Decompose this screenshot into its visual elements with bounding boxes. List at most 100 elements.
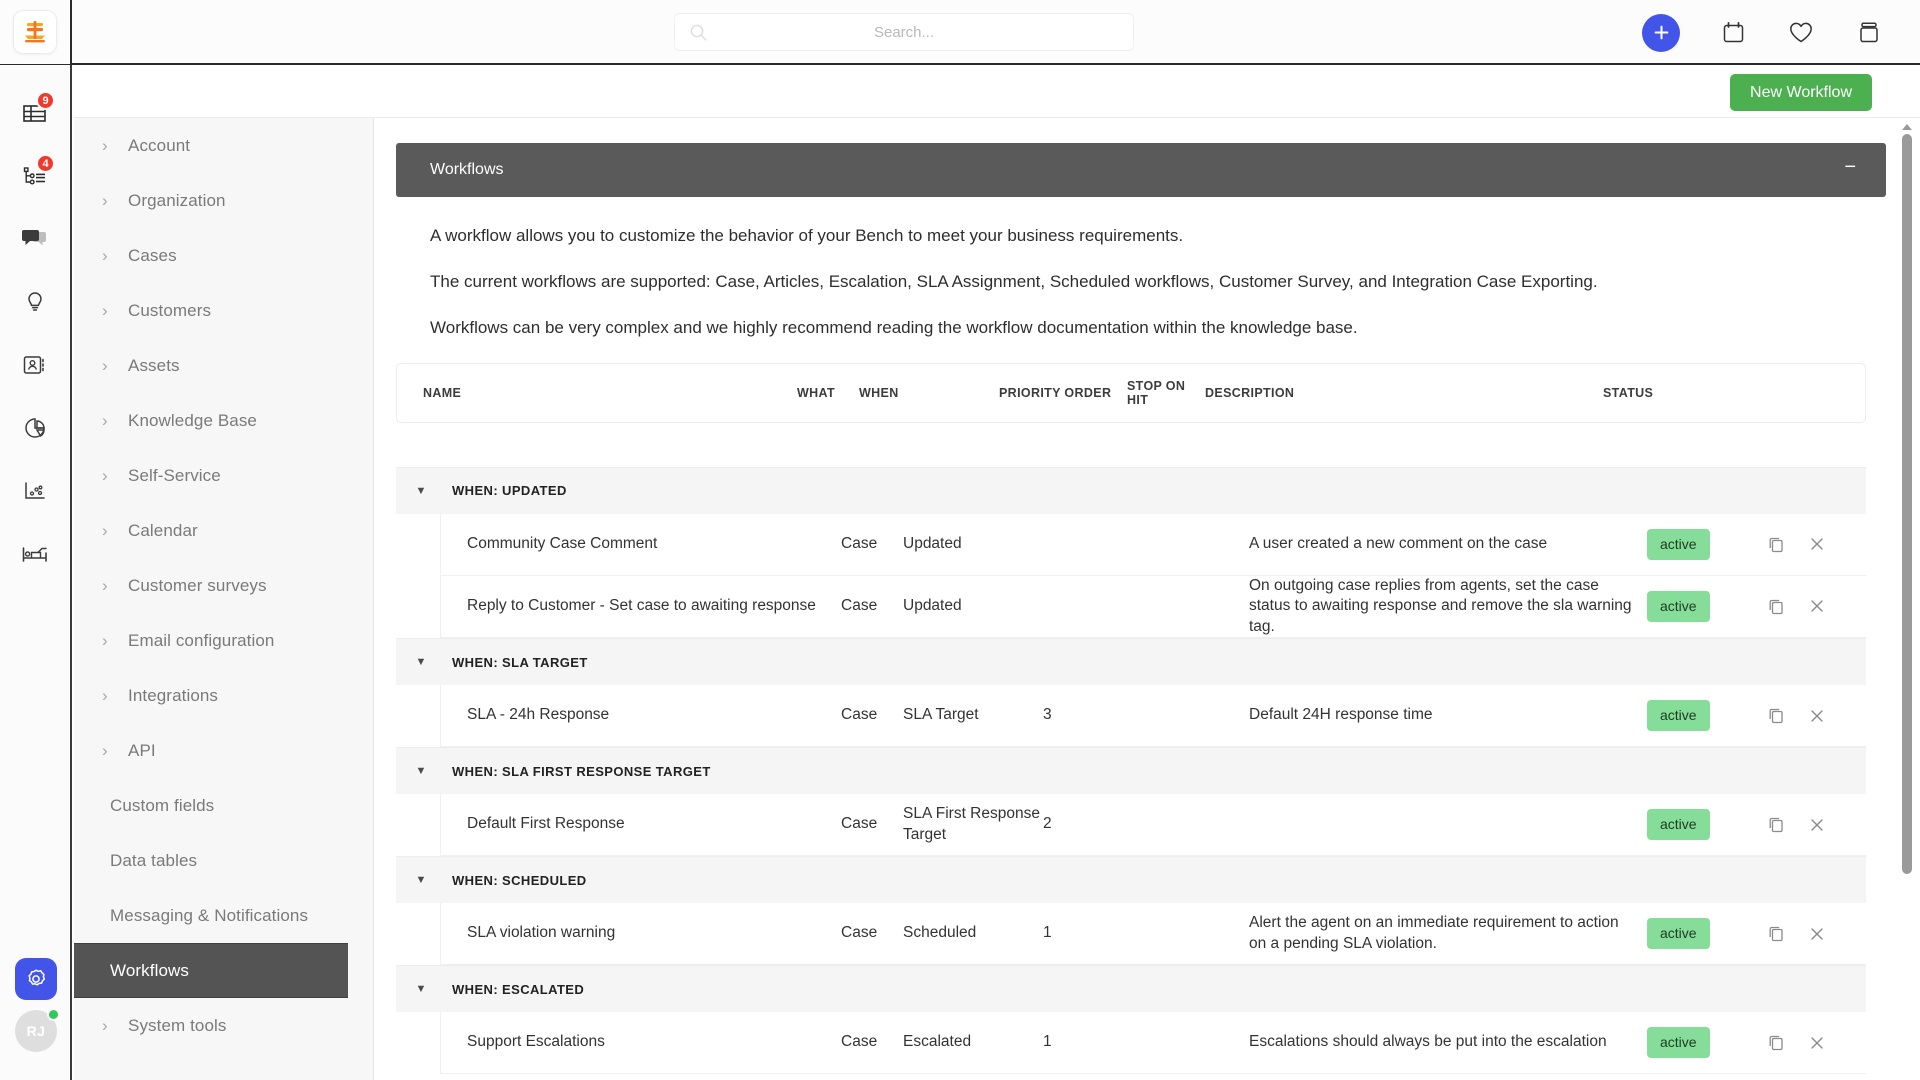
column-header-desc: DESCRIPTION bbox=[1205, 385, 1295, 400]
table-group-header[interactable]: ▼ WHEN: ESCALATED bbox=[396, 965, 1866, 1013]
status-badge: active bbox=[1647, 591, 1710, 622]
table-row[interactable]: SLA - 24h Response Case SLA Target 3 Default… bbox=[440, 685, 1866, 748]
cell-name: Support Escalations bbox=[467, 1033, 605, 1051]
table-group-header[interactable]: ▼ WHEN: SCHEDULED bbox=[396, 856, 1866, 904]
chevron-right-icon: › bbox=[102, 355, 108, 375]
sidebar-item-cases[interactable]: 4 bbox=[11, 152, 59, 200]
sidebar-item-customers[interactable]: › Customers bbox=[74, 283, 373, 338]
row-actions bbox=[1767, 1033, 1859, 1052]
sidebar-item-label: Assets bbox=[128, 355, 180, 375]
cell-status: active bbox=[1647, 918, 1767, 949]
copy-icon bbox=[1769, 927, 1783, 942]
sidebar-item-contacts[interactable] bbox=[11, 341, 59, 389]
delete-row-button[interactable] bbox=[1808, 816, 1826, 834]
sidebar-item-system-tools[interactable]: › System tools bbox=[74, 998, 373, 1053]
chevron-right-icon: › bbox=[102, 300, 108, 320]
sidebar-item-label: Organization bbox=[128, 190, 226, 210]
duplicate-row-button[interactable] bbox=[1767, 815, 1786, 834]
column-header-priority: PRIORITY ORDER bbox=[999, 385, 1112, 400]
plus-icon bbox=[1654, 25, 1668, 40]
chevron-down-icon[interactable]: ▼ bbox=[408, 656, 434, 668]
sidebar-item-messages[interactable] bbox=[11, 215, 59, 263]
delete-row-button[interactable] bbox=[1808, 925, 1826, 943]
table-row[interactable]: Support Escalations Case Escalated 1 Escalat… bbox=[440, 1012, 1866, 1075]
settings-button[interactable] bbox=[15, 958, 57, 1000]
settings-nav-panel[interactable]: › Account › Organization › Cases › Customers › As… bbox=[74, 118, 374, 1080]
table-row[interactable]: SLA violation warning Case Scheduled 1 Alert… bbox=[440, 903, 1866, 966]
sidebar-item-account[interactable]: › Account bbox=[74, 118, 373, 173]
scroll-up-arrow[interactable] bbox=[1902, 120, 1912, 130]
chevron-down-icon[interactable]: ▼ bbox=[408, 765, 434, 777]
favorites-button[interactable] bbox=[1786, 18, 1816, 48]
duplicate-row-button[interactable] bbox=[1767, 1033, 1786, 1052]
sidebar-item-label: Workflows bbox=[110, 960, 189, 980]
sidebar-item-knowledge-base[interactable]: › Knowledge Base bbox=[74, 393, 373, 448]
collapse-panel-button[interactable]: − bbox=[1840, 157, 1860, 183]
cell-description: On outgoing case replies from agents, se… bbox=[1249, 576, 1632, 635]
avatar-wrap[interactable]: RJ bbox=[15, 1008, 60, 1052]
rail-bottom: RJ bbox=[0, 958, 72, 1052]
chevron-down-icon[interactable]: ▼ bbox=[408, 874, 434, 886]
delete-row-button[interactable] bbox=[1808, 1034, 1826, 1052]
icon-rail: 9 4 RJ bbox=[0, 65, 72, 1080]
sidebar-item-reports[interactable] bbox=[11, 404, 59, 452]
cell-description: Default 24H response time bbox=[1249, 706, 1433, 724]
sidebar-item-workflows[interactable]: Workflows bbox=[74, 943, 348, 998]
chevron-down-icon[interactable]: ▼ bbox=[408, 485, 434, 497]
close-icon bbox=[1811, 600, 1823, 613]
cell-name: Reply to Customer - Set case to awaiting… bbox=[467, 597, 816, 615]
duplicate-row-button[interactable] bbox=[1767, 535, 1786, 554]
cell-priority: 1 bbox=[1043, 1033, 1052, 1051]
sidebar-item-api[interactable]: › API bbox=[74, 723, 373, 778]
sidebar-item-data-tables[interactable]: Data tables bbox=[74, 833, 373, 888]
vertical-scrollbar[interactable] bbox=[1900, 120, 1914, 1078]
calendar-button[interactable] bbox=[1718, 18, 1748, 48]
sidebar-item-integrations[interactable]: › Integrations bbox=[74, 668, 373, 723]
cell-priority: 1 bbox=[1043, 924, 1052, 942]
copy-icon bbox=[1769, 709, 1783, 724]
duplicate-row-button[interactable] bbox=[1767, 706, 1786, 725]
sidebar-item-calendar[interactable]: › Calendar bbox=[74, 503, 373, 558]
table-row[interactable]: Reply to Customer - Set case to awaiting… bbox=[440, 575, 1866, 639]
sidebar-item-assets[interactable]: › Assets bbox=[74, 338, 373, 393]
table-row[interactable]: Default First Response Case SLA First Resp… bbox=[440, 794, 1866, 857]
sidebar-item-customer-surveys[interactable]: › Customer surveys bbox=[74, 558, 373, 613]
sidebar-item-messaging-notifications[interactable]: Messaging & Notifications bbox=[74, 888, 373, 943]
sidebar-item-email-configuration[interactable]: › Email configuration bbox=[74, 613, 373, 668]
chevron-right-icon: › bbox=[102, 135, 108, 155]
archive-button[interactable] bbox=[1854, 18, 1884, 48]
cell-what: Case bbox=[841, 924, 878, 942]
table-group-header[interactable]: ▼ WHEN: SLA FIRST RESPONSE TARGET bbox=[396, 747, 1866, 795]
close-icon bbox=[1811, 538, 1823, 551]
delete-row-button[interactable] bbox=[1808, 597, 1826, 615]
row-actions bbox=[1767, 535, 1859, 554]
sidebar-item-assets[interactable] bbox=[11, 530, 59, 578]
sidebar-item-cases[interactable]: › Cases bbox=[74, 228, 373, 283]
search-input[interactable] bbox=[675, 14, 1133, 50]
table-row[interactable]: Community Case Comment Case Updated A user … bbox=[440, 513, 1866, 576]
duplicate-row-button[interactable] bbox=[1767, 597, 1786, 616]
duplicate-row-button[interactable] bbox=[1767, 924, 1786, 943]
sidebar-item-label: Account bbox=[128, 135, 191, 155]
sidebar-item-analytics[interactable] bbox=[11, 467, 59, 515]
column-header-stop: STOP ON HIT bbox=[1127, 378, 1186, 407]
add-button[interactable] bbox=[1642, 13, 1680, 52]
chevron-down-icon[interactable]: ▼ bbox=[408, 983, 434, 995]
table-group-header[interactable]: ▼ WHEN: UPDATED bbox=[396, 466, 1866, 514]
delete-row-button[interactable] bbox=[1808, 707, 1826, 725]
app-logo[interactable] bbox=[14, 10, 56, 53]
table-group-header[interactable]: ▼ WHEN: SLA TARGET bbox=[396, 638, 1866, 686]
pie-chart-icon bbox=[25, 418, 45, 438]
sidebar-item-label: Customer surveys bbox=[128, 575, 267, 595]
sidebar-item-custom-fields[interactable]: Custom fields bbox=[74, 778, 373, 833]
search-box[interactable] bbox=[674, 13, 1134, 51]
workflows-table: ▼ WHEN: UPDATED Community Case Comment Case… bbox=[396, 466, 1866, 1075]
sidebar-item-dashboard[interactable]: 9 bbox=[11, 89, 59, 137]
panel-description-line: Workflows can be very complex and we hig… bbox=[430, 317, 1358, 337]
scrollbar-thumb[interactable] bbox=[1902, 134, 1912, 874]
sidebar-item-self-service[interactable]: › Self-Service bbox=[74, 448, 373, 503]
sidebar-item-ideas[interactable] bbox=[11, 278, 59, 326]
delete-row-button[interactable] bbox=[1808, 535, 1826, 553]
sidebar-item-organization[interactable]: › Organization bbox=[74, 173, 373, 228]
new-workflow-button[interactable]: New Workflow bbox=[1730, 74, 1872, 111]
